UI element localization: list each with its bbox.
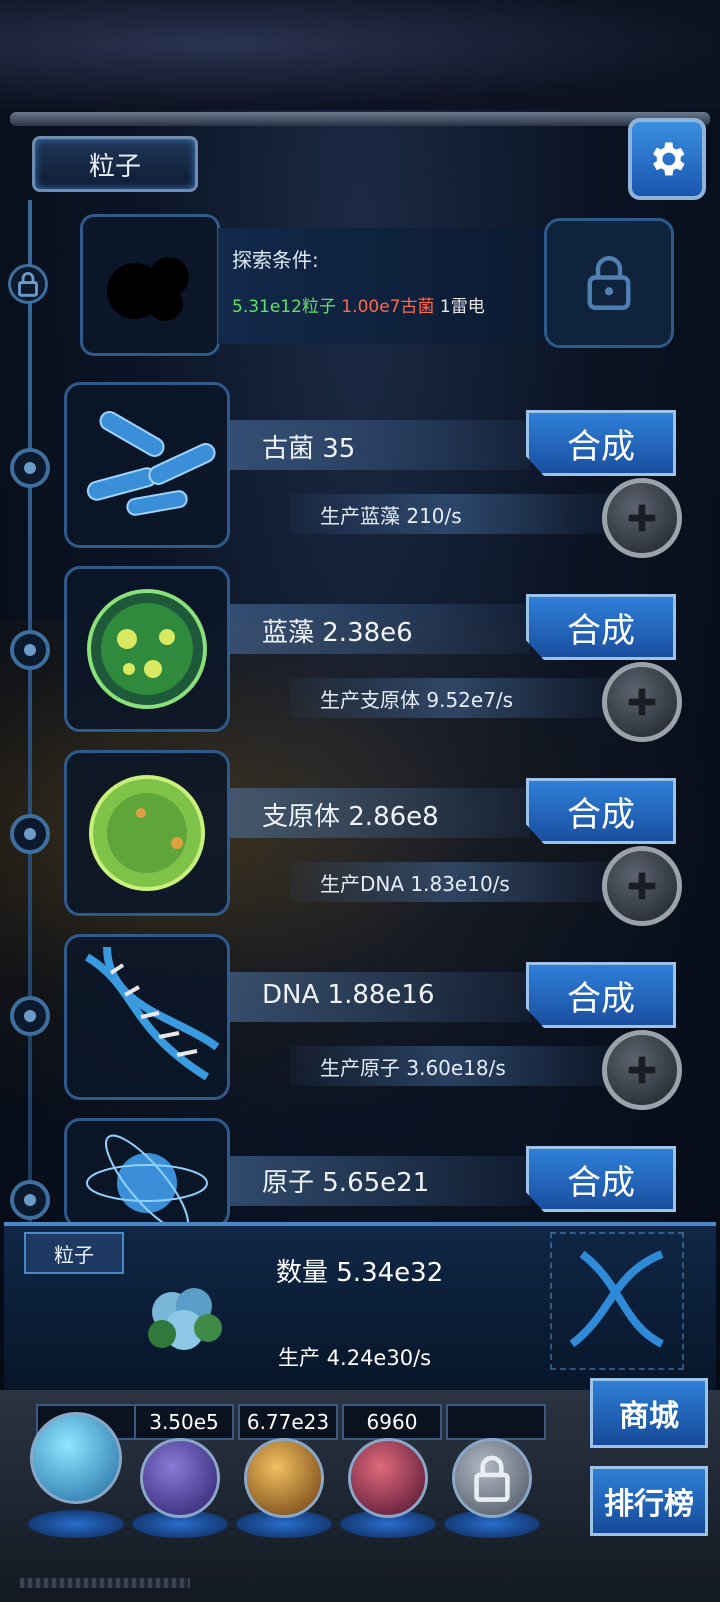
resource-counter-lightning: 3.50e5: [134, 1404, 234, 1440]
condition-title: 探索条件:: [232, 248, 319, 272]
lock-icon: [18, 272, 38, 297]
archaea-production: 生产蓝藻 210/s: [320, 504, 462, 528]
mycoplasma-count: 支原体 2.86e8: [262, 802, 439, 832]
cyanobacteria-icon: [87, 589, 207, 709]
rail-node: [10, 1180, 50, 1220]
plus-icon: [628, 1056, 656, 1084]
resource-counter-locked: [446, 1404, 546, 1440]
rail-node: [10, 996, 50, 1036]
leaderboard-button[interactable]: 排行榜: [590, 1466, 708, 1536]
space-background: [0, 0, 720, 110]
lock-icon: [587, 256, 631, 310]
brain-orb-button[interactable]: [348, 1438, 428, 1518]
particle-cluster-icon: [148, 1288, 222, 1350]
synthesize-atom-button[interactable]: 合成: [526, 1146, 676, 1212]
locked-button[interactable]: [544, 218, 674, 348]
rail-node: [10, 448, 50, 488]
resource-counter-brain: 6960: [342, 1404, 442, 1440]
decor-strip: [20, 1578, 190, 1588]
plus-icon: [628, 688, 656, 716]
particle-tag: 粒子: [24, 1232, 124, 1274]
locked-orb-button[interactable]: [452, 1438, 532, 1518]
rail-node: [10, 630, 50, 670]
archaea-thumbnail: [64, 382, 230, 548]
archaea-icon: [86, 411, 216, 516]
shop-button[interactable]: 商城: [590, 1378, 708, 1448]
cyanobacteria-count: 蓝藻 2.38e6: [262, 618, 413, 648]
synthesize-archaea-button[interactable]: 合成: [526, 410, 676, 476]
level-tab[interactable]: 粒子: [32, 136, 198, 192]
atom-icon: [86, 1134, 208, 1225]
upgrade-archaea-button[interactable]: [602, 478, 682, 558]
mycoplasma-thumbnail: [64, 750, 230, 916]
condition-item: 5.31e12粒子: [232, 297, 336, 317]
orb-pedestal: [28, 1510, 124, 1538]
plus-icon: [628, 872, 656, 900]
mycoplasma-production: 生产DNA 1.83e10/s: [320, 872, 510, 896]
particle-quantity: 数量 5.34e32: [276, 1258, 444, 1288]
top-frame: 粒子: [10, 112, 710, 202]
sun-orb-button[interactable]: [244, 1438, 324, 1518]
dna-decoration: [550, 1232, 684, 1370]
upgrade-dna-button[interactable]: [602, 1030, 682, 1110]
upgrade-cyanobacteria-button[interactable]: [602, 662, 682, 742]
synthesize-mycoplasma-button[interactable]: 合成: [526, 778, 676, 844]
particle-orb-button[interactable]: [30, 1412, 122, 1504]
resource-counter-sun: 6.77e23: [238, 1404, 338, 1440]
progress-rail: [28, 200, 32, 1240]
condition-item: 1.00e7古菌: [341, 297, 435, 317]
synthesize-dna-button[interactable]: 合成: [526, 962, 676, 1028]
rail-lock-node: [8, 264, 48, 304]
condition-item: 1雷电: [439, 297, 485, 317]
dna-production: 生产原子 3.60e18/s: [320, 1056, 506, 1080]
rail-node: [10, 814, 50, 854]
dna-icon: [569, 1250, 664, 1348]
cyanobacteria-production: 生产支原体 9.52e7/s: [320, 688, 514, 712]
lightning-orb-button[interactable]: [140, 1438, 220, 1518]
synthesize-cyanobacteria-button[interactable]: 合成: [526, 594, 676, 660]
dna-thumbnail: [64, 934, 230, 1100]
atom-thumbnail: [64, 1118, 230, 1228]
mycoplasma-icon: [89, 775, 205, 891]
particle-production: 生产 4.24e30/s: [278, 1346, 432, 1370]
plus-icon: [628, 504, 656, 532]
locked-silhouette-icon: [107, 257, 189, 321]
dna-icon: [84, 946, 220, 1081]
lock-icon: [474, 1455, 510, 1502]
atom-count: 原子 5.65e21: [262, 1168, 430, 1198]
archaea-count: 古菌 35: [262, 434, 356, 464]
settings-button[interactable]: [628, 118, 706, 200]
upgrade-mycoplasma-button[interactable]: [602, 846, 682, 926]
gear-icon: [653, 142, 685, 176]
condition-list: 5.31e12粒子 1.00e7古菌 1雷电: [232, 292, 485, 317]
locked-item-thumbnail: [80, 214, 220, 356]
cyanobacteria-thumbnail: [64, 566, 230, 732]
dna-count: DNA 1.88e16: [262, 980, 435, 1010]
